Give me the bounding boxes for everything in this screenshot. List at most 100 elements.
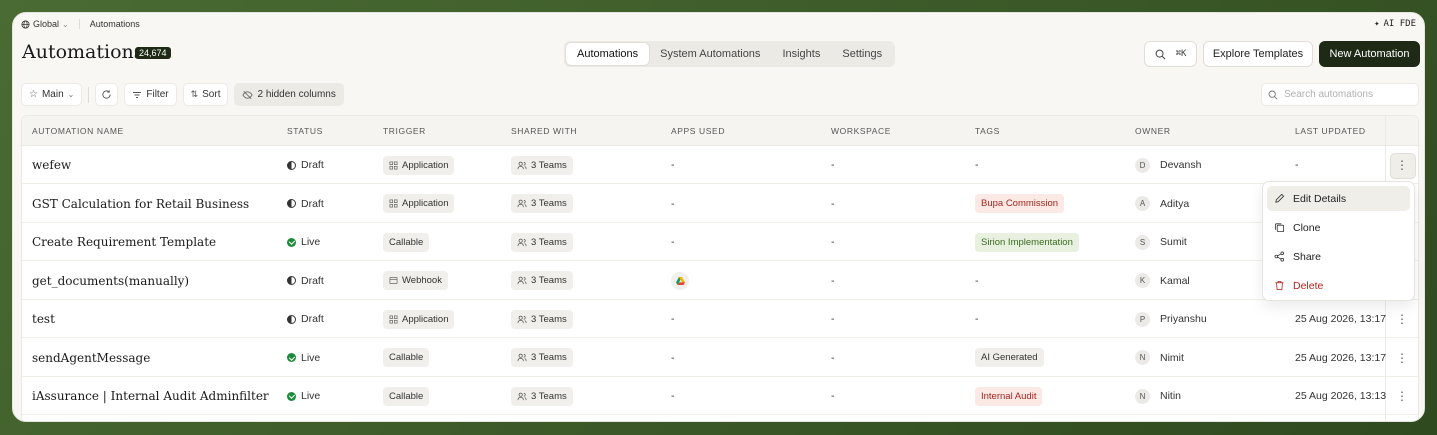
- ai-fde-button[interactable]: ✦ AI FDE: [1374, 19, 1416, 29]
- row-menu-button[interactable]: ⋮: [1386, 377, 1418, 415]
- column-header-tags[interactable]: TAGS: [975, 116, 1000, 146]
- column-header-name[interactable]: AUTOMATION NAME: [32, 116, 124, 146]
- shared-teams-chip[interactable]: 3 Teams: [511, 232, 573, 252]
- scope-selector[interactable]: Global ⌄: [21, 19, 80, 29]
- filter-label: Filter: [146, 89, 169, 100]
- workspace-value: -: [831, 236, 835, 248]
- tag-badge: Bupa Commission: [975, 194, 1065, 213]
- shared-teams-chip[interactable]: 3 Teams: [511, 155, 573, 175]
- trigger-label: Callable: [389, 352, 424, 363]
- table-row[interactable]: sendAgentMessage Live Callable 3 Teams - - AI …: [22, 339, 1418, 377]
- new-automation-button[interactable]: New Automation: [1319, 41, 1420, 67]
- command-search-button[interactable]: ⌘K: [1144, 41, 1197, 67]
- row-menu-button[interactable]: ⋮: [1386, 339, 1418, 377]
- status-cell: Live: [287, 377, 320, 415]
- row-menu-button[interactable]: ⋮: [1386, 300, 1418, 338]
- automation-name[interactable]: iAssurance | Internal Audit Adminfilter: [32, 377, 269, 415]
- globe-icon: [21, 19, 30, 29]
- workspace-value: -: [831, 274, 835, 287]
- trigger-cell: Webhook: [383, 262, 448, 300]
- menu-item-delete[interactable]: Delete: [1267, 273, 1410, 298]
- shared-teams-chip[interactable]: 3 Teams: [511, 348, 573, 367]
- column-header-trigger[interactable]: TRIGGER: [383, 116, 426, 146]
- explore-templates-button[interactable]: Explore Templates: [1203, 41, 1313, 67]
- column-header-last-updated[interactable]: LAST UPDATED: [1295, 116, 1366, 146]
- trigger-label: Application: [402, 198, 449, 209]
- shared-teams-chip[interactable]: 3 Teams: [511, 386, 573, 406]
- column-header-apps-used[interactable]: APPS USED: [671, 116, 725, 146]
- status-label: Draft: [301, 197, 324, 210]
- apps-used-cell: [671, 262, 689, 300]
- trigger-chip: Webhook: [383, 271, 448, 290]
- sort-icon: ⇅: [190, 89, 199, 99]
- sort-button[interactable]: ⇅ Sort: [182, 83, 229, 106]
- filter-button[interactable]: Filter: [124, 83, 177, 106]
- grid-icon: [389, 161, 398, 170]
- hidden-columns-button[interactable]: 2 hidden columns: [234, 83, 344, 106]
- automation-name[interactable]: wefew: [32, 146, 71, 184]
- status-cell: Draft: [287, 300, 324, 338]
- automation-name[interactable]: Create Requirement Template: [32, 223, 216, 261]
- table-row[interactable]: test Draft Application 3 Teams - - - P Priyanshu…: [22, 300, 1418, 338]
- tab-system-automations[interactable]: System Automations: [649, 43, 771, 65]
- owner-name: Aditya: [1160, 197, 1190, 210]
- menu-item-edit-details[interactable]: Edit Details: [1267, 186, 1410, 211]
- chevron-down-icon: ⌄: [67, 90, 75, 99]
- top-bar: Global ⌄ Automations ✦ AI FDE: [13, 13, 1424, 35]
- table-row[interactable]: Create Requirement Template Live Callable 3…: [22, 223, 1418, 261]
- automation-name[interactable]: get_documents(manually): [32, 262, 189, 300]
- tags-cell: Bupa Commission: [975, 185, 1065, 223]
- trigger-label: Callable: [389, 236, 424, 248]
- live-status-icon: [287, 391, 296, 401]
- shared-with-cell: 3 Teams: [511, 146, 573, 184]
- owner-name: Priyanshu: [1160, 313, 1207, 325]
- toolbar: ☆ Main ⌄ Filter ⇅ Sort 2 hidden columns: [21, 83, 344, 106]
- shared-teams-chip[interactable]: 3 Teams: [511, 271, 573, 290]
- shared-teams-chip[interactable]: 3 Teams: [511, 194, 573, 213]
- draft-status-icon: [287, 276, 296, 285]
- tab-settings[interactable]: Settings: [831, 43, 893, 65]
- status-label: Draft: [301, 313, 324, 325]
- shared-label: 3 Teams: [531, 352, 567, 363]
- trigger-label: Webhook: [402, 275, 442, 286]
- tags-value: -: [975, 159, 979, 171]
- column-header-workspace[interactable]: WORKSPACE: [831, 116, 891, 146]
- shared-teams-chip[interactable]: 3 Teams: [511, 309, 573, 329]
- menu-item-label: Share: [1293, 250, 1322, 263]
- automation-name[interactable]: test: [32, 300, 55, 338]
- owner-cell: P Priyanshu: [1135, 300, 1207, 338]
- status-label: Draft: [301, 274, 324, 287]
- menu-item-share[interactable]: Share: [1267, 244, 1410, 269]
- menu-item-clone[interactable]: Clone: [1267, 215, 1410, 240]
- grid-icon: [389, 315, 398, 324]
- table-row[interactable]: iAssurance | Internal Audit Adminfilter L…: [22, 377, 1418, 415]
- shared-with-cell: 3 Teams: [511, 262, 573, 300]
- automation-name[interactable]: sendAgentMessage: [32, 339, 150, 377]
- shared-label: 3 Teams: [531, 236, 567, 248]
- tab-insights[interactable]: Insights: [771, 43, 831, 65]
- column-header-status[interactable]: STATUS: [287, 116, 323, 146]
- tab-automations[interactable]: Automations: [566, 43, 650, 65]
- table-row[interactable]: GST Calculation for Retail Business Draft…: [22, 185, 1418, 223]
- table-row[interactable]: get_documents(manually) Draft Webhook 3 Tea…: [22, 262, 1418, 300]
- trigger-chip: Callable: [383, 348, 430, 367]
- apps-used-cell: -: [671, 300, 675, 338]
- automation-name[interactable]: GST Calculation for Retail Business: [32, 185, 249, 223]
- apps-used-value: -: [671, 236, 675, 248]
- search-input[interactable]: [1284, 89, 1404, 100]
- sparkle-icon: ✦: [1374, 19, 1380, 29]
- tag-badge: Internal Audit: [975, 386, 1043, 406]
- breadcrumb[interactable]: Automations: [90, 19, 140, 29]
- search-icon: [1268, 90, 1278, 100]
- view-selector[interactable]: ☆ Main ⌄: [21, 83, 83, 106]
- row-menu-button[interactable]: ⋮: [1386, 146, 1418, 184]
- column-header-owner[interactable]: OWNER: [1135, 116, 1171, 146]
- users-icon: [517, 392, 527, 401]
- pencil-icon: [1274, 193, 1285, 204]
- tags-cell: -: [975, 146, 979, 184]
- trigger-cell: Application: [383, 185, 455, 223]
- refresh-button[interactable]: [95, 83, 119, 106]
- table-row[interactable]: wefew Draft Application 3 Teams - - - D Devansh -…: [22, 146, 1418, 184]
- column-header-shared-with[interactable]: SHARED WITH: [511, 116, 577, 146]
- draft-status-icon: [287, 314, 296, 324]
